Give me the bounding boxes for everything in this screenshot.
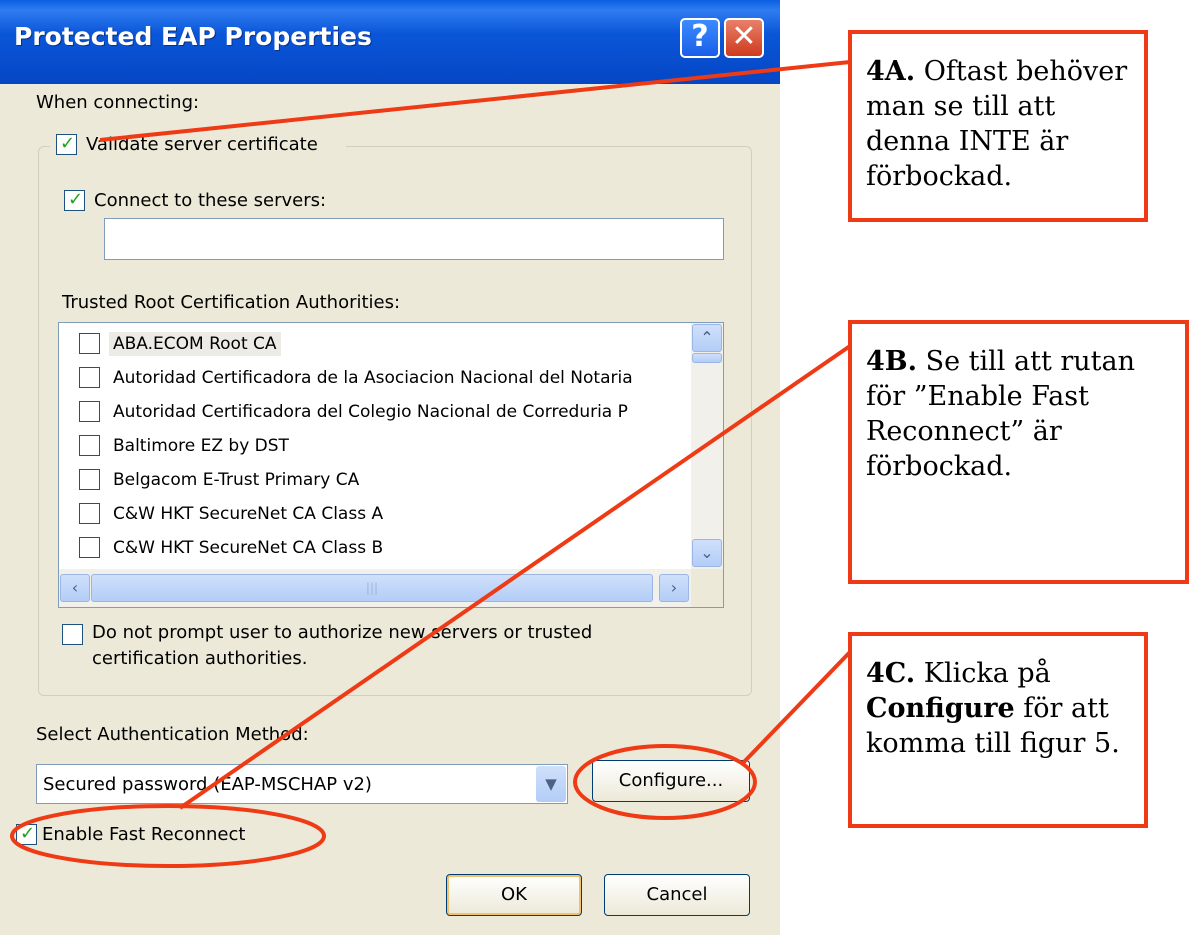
arrow-line-4a bbox=[99, 60, 851, 142]
arrow-line-4c bbox=[740, 650, 852, 766]
highlight-ellipse-configure bbox=[573, 744, 757, 820]
annotation-overlay bbox=[10, 60, 852, 868]
highlight-ellipse-fast-reconnect bbox=[10, 804, 326, 868]
arrow-line-4b bbox=[178, 344, 852, 810]
